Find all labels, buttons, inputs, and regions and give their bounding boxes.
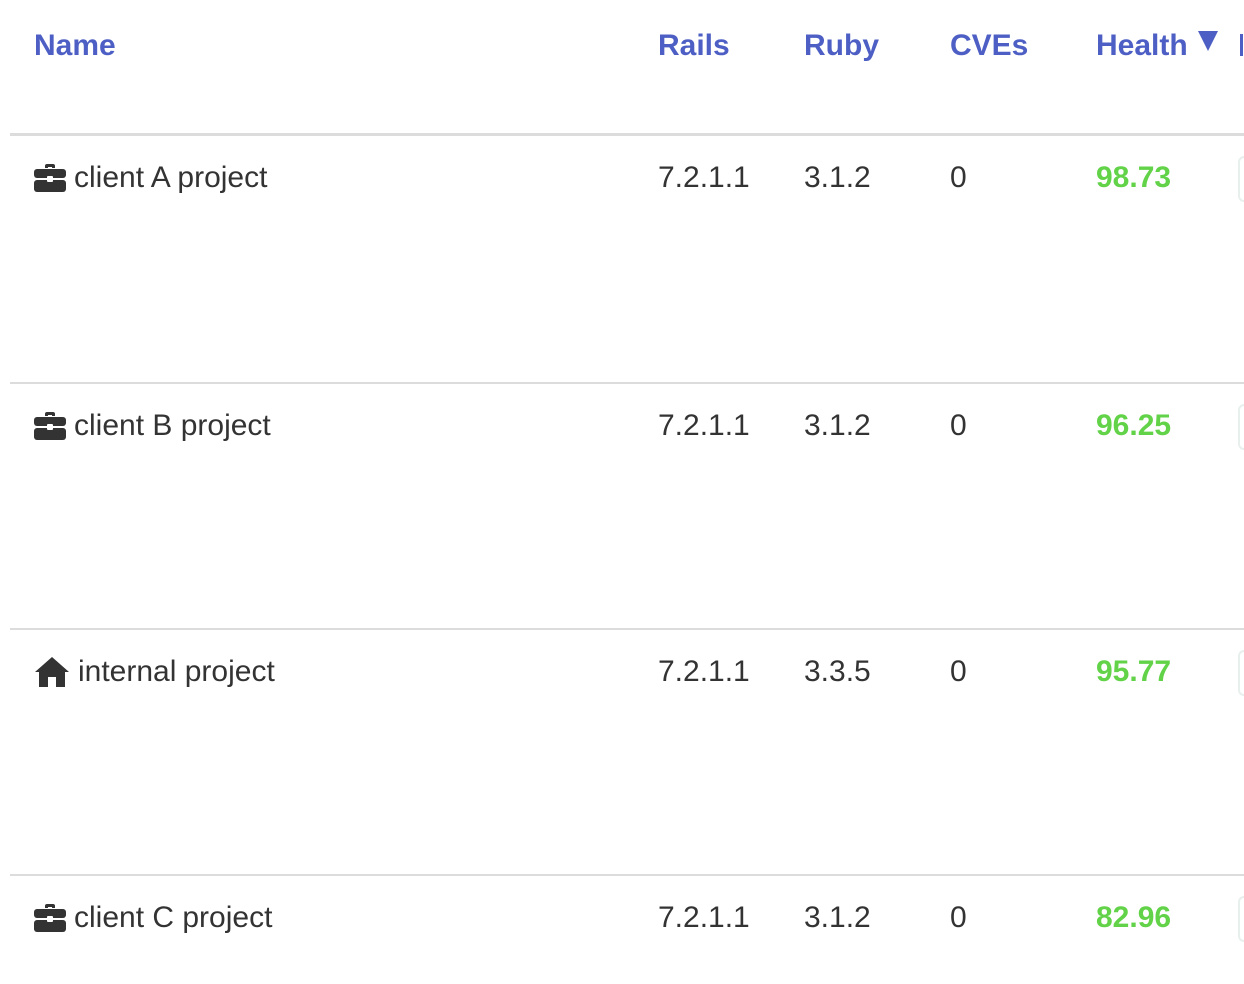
column-header-clipped[interactable] xyxy=(1240,34,1243,56)
briefcase-icon xyxy=(34,164,66,192)
column-header-health[interactable]: Health xyxy=(1096,26,1218,66)
project-name-cell: internal project xyxy=(34,652,275,692)
table-row: internal project 7.2.1.1 3.3.5 0 95.77 xyxy=(10,628,1244,874)
column-header-cves[interactable]: CVEs xyxy=(950,26,1028,66)
cve-count: 0 xyxy=(950,655,967,688)
briefcase-icon xyxy=(34,412,66,440)
health-score: 96.25 xyxy=(1096,409,1172,442)
project-name-cell: client C project xyxy=(34,898,272,938)
cve-count: 0 xyxy=(950,409,967,442)
project-name-cell: client B project xyxy=(34,406,271,446)
project-name[interactable]: internal project xyxy=(78,652,275,692)
rails-version: 7.2.1.1 xyxy=(658,655,750,688)
column-header-name[interactable]: Name xyxy=(34,26,116,66)
project-name-cell: client A project xyxy=(34,158,267,198)
project-name[interactable]: client C project xyxy=(74,898,272,938)
row-action-button[interactable] xyxy=(1238,156,1244,202)
health-score: 98.73 xyxy=(1096,161,1172,194)
row-action-button[interactable] xyxy=(1238,650,1244,696)
ruby-version: 3.1.2 xyxy=(804,409,871,442)
rails-version: 7.2.1.1 xyxy=(658,409,750,442)
health-score: 82.96 xyxy=(1096,901,1172,934)
table-header: Name Rails Ruby CVEs Health xyxy=(10,0,1244,136)
project-name[interactable]: client B project xyxy=(74,406,271,446)
row-action-button[interactable] xyxy=(1238,404,1244,450)
ruby-version: 3.1.2 xyxy=(804,161,871,194)
home-icon xyxy=(34,656,70,688)
rails-version: 7.2.1.1 xyxy=(658,161,750,194)
health-score: 95.77 xyxy=(1096,655,1172,688)
sort-descending-icon xyxy=(1197,31,1218,51)
table-row: client B project 7.2.1.1 3.1.2 0 96.25 xyxy=(10,382,1244,628)
table-row: client A project 7.2.1.1 3.1.2 0 98.73 xyxy=(10,136,1244,382)
column-header-rails[interactable]: Rails xyxy=(658,26,730,66)
cve-count: 0 xyxy=(950,901,967,934)
row-action-button[interactable] xyxy=(1238,896,1244,942)
ruby-version: 3.1.2 xyxy=(804,901,871,934)
column-header-ruby[interactable]: Ruby xyxy=(804,26,879,66)
column-header-health-label: Health xyxy=(1096,29,1188,62)
ruby-version: 3.3.5 xyxy=(804,655,871,688)
rails-version: 7.2.1.1 xyxy=(658,901,750,934)
table-row: client C project 7.2.1.1 3.1.2 0 82.96 xyxy=(10,874,1244,984)
cve-count: 0 xyxy=(950,161,967,194)
project-name[interactable]: client A project xyxy=(74,158,267,198)
projects-table: Name Rails Ruby CVEs Health client A pro… xyxy=(10,0,1244,984)
briefcase-icon xyxy=(34,904,66,932)
